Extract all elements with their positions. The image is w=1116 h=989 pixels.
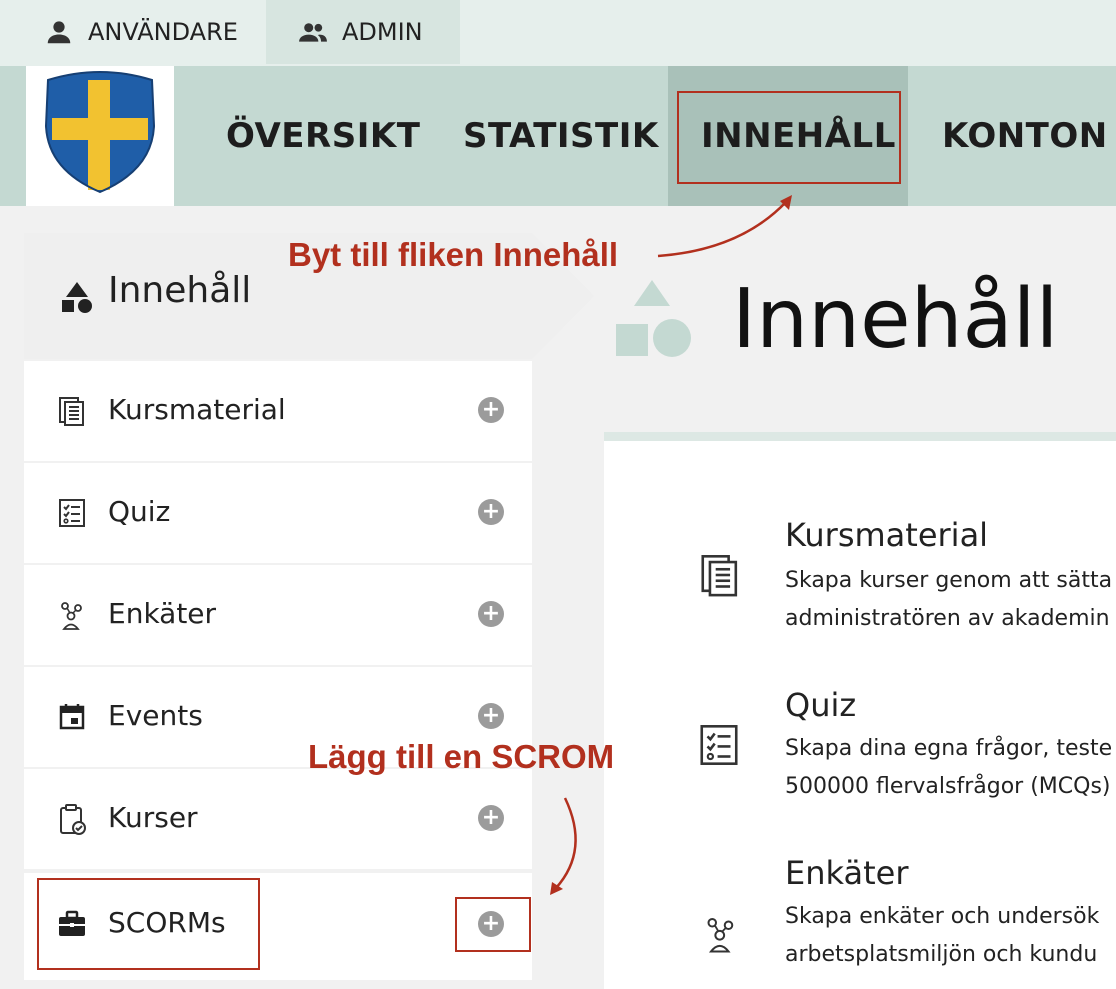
annotation-arrows bbox=[550, 195, 792, 895]
